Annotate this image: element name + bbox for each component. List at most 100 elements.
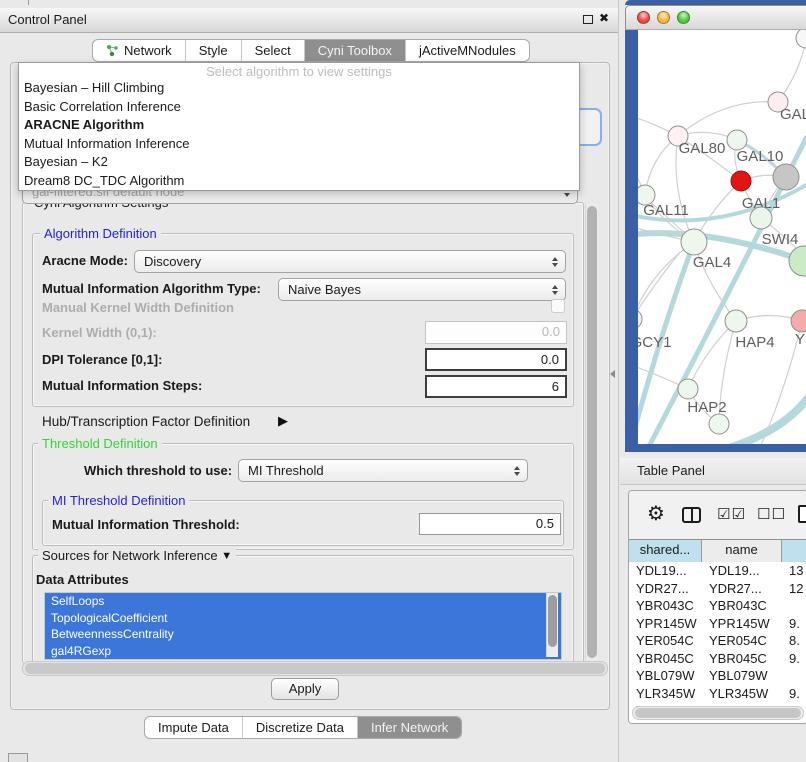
dropdown-item[interactable]: Bayesian – Hill Climbing xyxy=(19,79,579,98)
kernel-width-field[interactable]: 0.0 xyxy=(425,321,567,344)
attribute-item[interactable]: BetweennessCentrality xyxy=(45,626,561,643)
unchecked-columns-icon[interactable]: ☐☐ xyxy=(757,505,786,523)
network-node-label: GCY1 xyxy=(638,334,671,351)
tab-label: jActiveMNodules xyxy=(419,40,516,61)
top-edge-tick xyxy=(28,0,29,5)
network-node-gal4[interactable] xyxy=(681,229,707,255)
tab-network[interactable]: Network xyxy=(93,40,185,61)
algorithm-dropdown-popup: Select algorithm to view settings Bayesi… xyxy=(18,62,580,191)
dropdown-item[interactable]: Dream8 DC_TDC Algorithm xyxy=(19,172,579,191)
table-horizontal-scrollbar[interactable] xyxy=(632,706,804,720)
splitter-collapse-icon[interactable] xyxy=(610,370,615,378)
network-canvas[interactable]: GALGAL80GAL10GAL1GAL11SWI4GAL4GCY1HAP4YH… xyxy=(638,30,806,444)
tab-label: Cyni Toolbox xyxy=(318,40,392,61)
bottom-tab-infer-network[interactable]: Infer Network xyxy=(357,717,461,738)
dropdown-item[interactable]: Mutual Information Inference xyxy=(19,135,579,154)
attributes-scrollbar[interactable] xyxy=(546,593,558,657)
network-node[interactable] xyxy=(709,414,729,434)
dropdown-item[interactable]: Basic Correlation Inference xyxy=(19,98,579,117)
network-node-gcy1[interactable] xyxy=(638,309,642,329)
tab-style[interactable]: Style xyxy=(185,40,241,61)
aracne-mode-combo[interactable]: Discovery xyxy=(134,250,566,273)
tab-label: Select xyxy=(255,40,291,61)
network-edge[interactable] xyxy=(638,242,694,319)
bottom-tab-discretize-data[interactable]: Discretize Data xyxy=(242,717,357,738)
column-header[interactable]: A xyxy=(782,540,806,562)
network-icon xyxy=(106,44,119,57)
mi-steps-label: Mutual Information Steps: xyxy=(42,378,202,393)
sources-title-text: Sources for Network Inference xyxy=(42,548,218,563)
network-node-y[interactable] xyxy=(791,310,806,332)
network-edge[interactable] xyxy=(678,102,778,136)
column-header[interactable]: name xyxy=(702,540,782,562)
manual-kernel-width-checkbox[interactable] xyxy=(551,299,565,313)
table-row[interactable]: YDL19...YDL19...13 xyxy=(629,562,806,580)
network-node[interactable] xyxy=(773,164,799,190)
control-panel-titlebar: Control Panel ✖ xyxy=(0,8,618,33)
dropdown-item[interactable]: ARACNE Algorithm xyxy=(19,116,579,135)
sources-group-title[interactable]: Sources for Network Inference xyxy=(38,548,236,563)
table-cell: 8. xyxy=(782,632,806,650)
mi-algorithm-type-combo[interactable]: Naive Bayes xyxy=(278,278,566,301)
table-cell: YBR043C xyxy=(629,597,702,615)
checked-columns-icon[interactable]: ☑☑ xyxy=(717,505,746,523)
dpi-tolerance-field[interactable]: 0.0 xyxy=(425,348,567,371)
table-body: YDL19...YDL19...13YDR27...YDR27...12YBR0… xyxy=(629,562,806,723)
table-row[interactable]: YBR045CYBR045C9. xyxy=(629,650,806,668)
table-cell: YBR045C xyxy=(629,650,702,668)
table-cell: YDR27... xyxy=(629,580,702,598)
network-node-hap2[interactable] xyxy=(678,379,698,399)
column-header[interactable]: shared... xyxy=(629,540,702,562)
attribute-item[interactable]: gal4RGexp xyxy=(45,643,561,660)
table-cell: 9. xyxy=(782,650,806,668)
close-icon[interactable]: ✖ xyxy=(599,11,609,25)
table-row[interactable]: YPR145WYPR145W9. xyxy=(629,615,806,633)
network-node-hap4[interactable] xyxy=(725,310,747,332)
columns-icon[interactable] xyxy=(682,507,701,523)
float-window-icon[interactable] xyxy=(583,15,593,24)
dropdown-item[interactable]: Bayesian – K2 xyxy=(19,153,579,172)
table-row[interactable]: YBL079WYBL079W xyxy=(629,667,806,685)
table-header: shared...nameA xyxy=(629,539,806,563)
bottom-left-partial-icon[interactable] xyxy=(8,753,28,762)
attribute-item[interactable]: SelfLoops xyxy=(45,593,561,610)
mi-steps-field[interactable]: 6 xyxy=(425,375,567,398)
mi-threshold-field[interactable]: 0.5 xyxy=(419,513,561,535)
network-node[interactable] xyxy=(789,246,806,276)
bottom-tab-impute-data[interactable]: Impute Data xyxy=(145,717,242,738)
table-cell: 12 xyxy=(782,580,806,598)
table-panel-titlebar: Table Panel xyxy=(620,458,806,485)
settings-vertical-scrollbar[interactable] xyxy=(585,204,598,660)
zoom-traffic-light-icon[interactable] xyxy=(677,11,690,24)
network-node-swi4[interactable] xyxy=(750,207,772,229)
network-edge[interactable] xyxy=(638,252,680,319)
panel-divider[interactable] xyxy=(618,0,619,762)
table-cell: 9. xyxy=(782,615,806,633)
page-icon[interactable] xyxy=(798,505,806,523)
network-node-gal1[interactable] xyxy=(731,171,751,191)
table-row[interactable]: YDR27...YDR27...12 xyxy=(629,580,806,598)
table-row[interactable]: YER054CYER054C8. xyxy=(629,632,806,650)
table-row[interactable]: YBR043CYBR043C xyxy=(629,597,806,615)
hub-definition-label[interactable]: Hub/Transcription Factor Definition xyxy=(42,414,250,429)
network-node-gal10[interactable] xyxy=(727,130,747,150)
mi-algorithm-type-label: Mutual Information Algorithm Type: xyxy=(42,281,261,296)
network-node[interactable] xyxy=(796,30,806,48)
attribute-item[interactable]: TopologicalCoefficient xyxy=(45,610,561,627)
tab-cyni-toolbox[interactable]: Cyni Toolbox xyxy=(304,40,405,61)
tab-select[interactable]: Select xyxy=(241,40,304,61)
table-row[interactable]: YLR345WYLR345W9. xyxy=(629,685,806,703)
network-window-titlebar[interactable] xyxy=(625,5,806,30)
combo-spinner-icon xyxy=(552,257,558,267)
gear-icon[interactable]: ⚙ xyxy=(647,501,665,526)
tab-jactivemnodules[interactable]: jActiveMNodules xyxy=(405,40,529,61)
which-threshold-combo[interactable]: MI Threshold xyxy=(238,459,528,482)
close-traffic-light-icon[interactable] xyxy=(637,11,650,24)
collapse-down-icon[interactable] xyxy=(221,548,232,563)
apply-button[interactable]: Apply xyxy=(271,678,339,700)
combo-spinner-icon xyxy=(514,466,520,476)
expand-right-icon[interactable] xyxy=(278,412,288,430)
network-node-label: HAP2 xyxy=(687,399,726,416)
settings-horizontal-scrollbar[interactable] xyxy=(22,661,608,676)
minimize-traffic-light-icon[interactable] xyxy=(657,11,670,24)
